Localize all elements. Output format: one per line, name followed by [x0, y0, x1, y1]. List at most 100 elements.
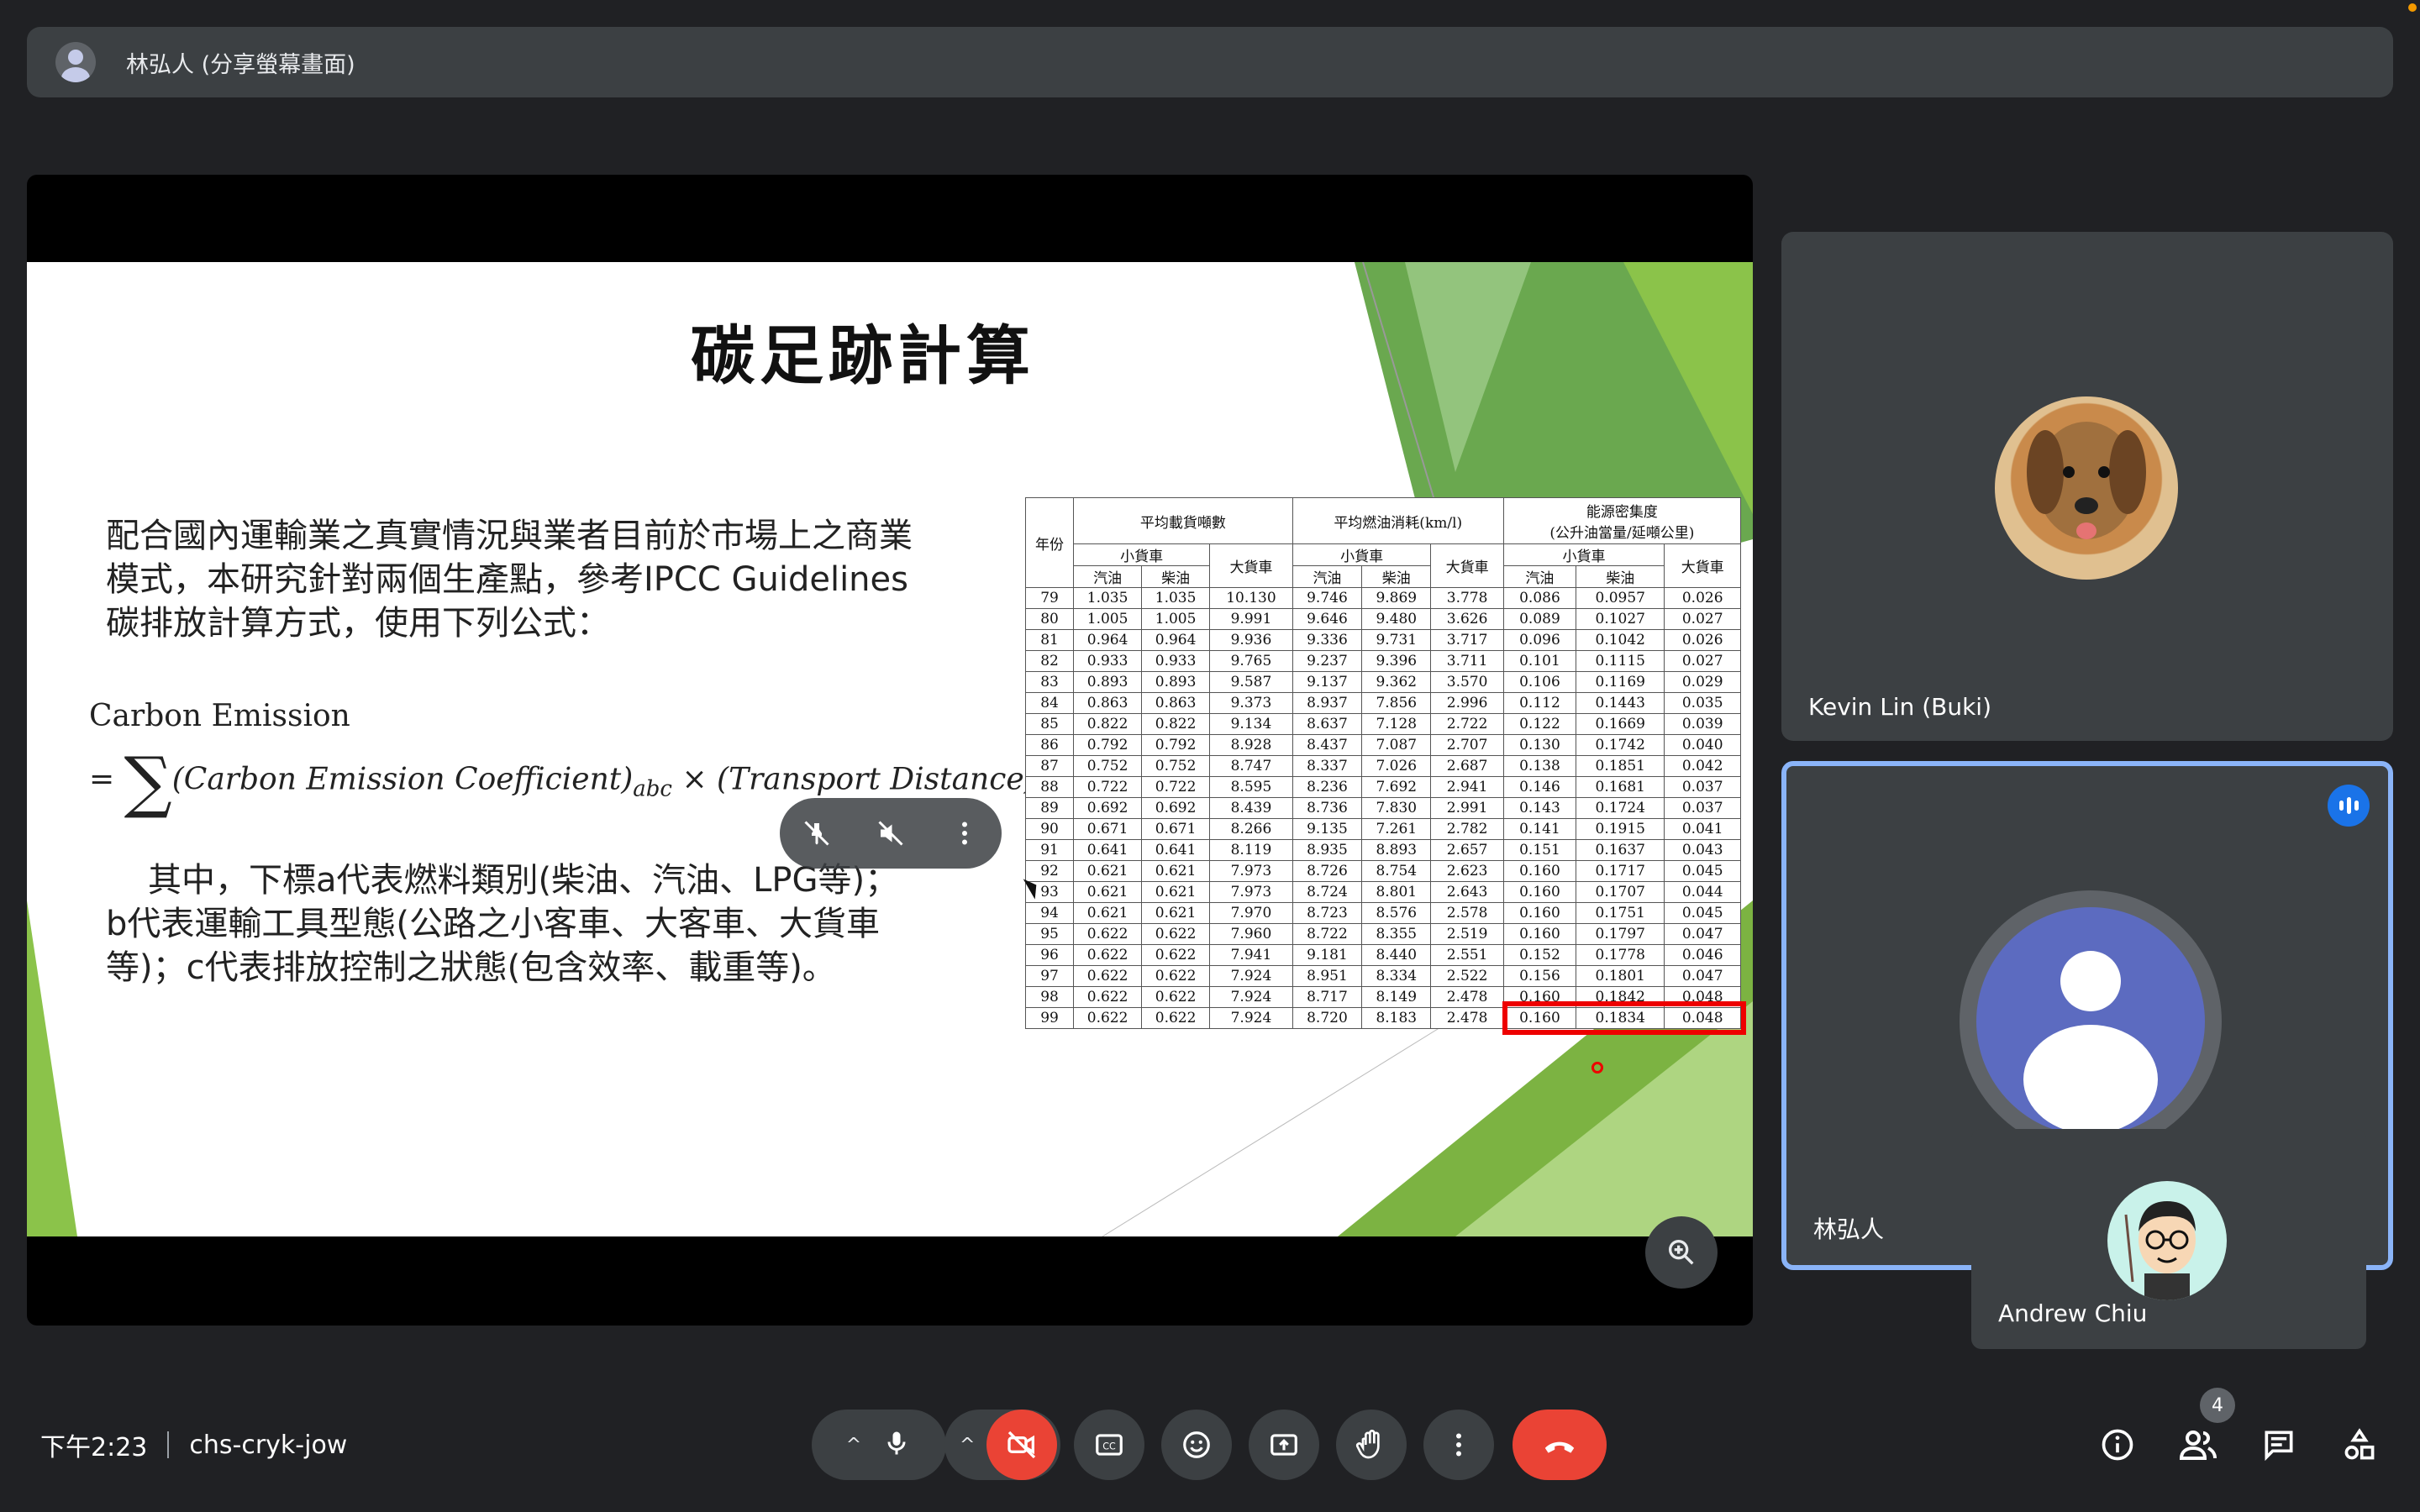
header-gas: 汽油 — [1502, 565, 1577, 588]
participant-tile-andrew[interactable]: Andrew Chiu — [1971, 1129, 2366, 1349]
mute-icon[interactable] — [874, 816, 908, 850]
present-button[interactable] — [1249, 1410, 1319, 1480]
people-button[interactable] — [2175, 1421, 2222, 1468]
table-cell: 7.973 — [1209, 881, 1293, 903]
table-cell: 0.621 — [1141, 881, 1211, 903]
table-cell: 9.336 — [1292, 629, 1363, 651]
more-options-icon[interactable] — [948, 816, 981, 850]
table-cell: 83 — [1024, 671, 1075, 693]
header-diesel: 柴油 — [1361, 565, 1432, 588]
camera-toggle-button[interactable] — [986, 1410, 1057, 1480]
table-cell: 0.622 — [1141, 965, 1211, 987]
table-cell: 81 — [1024, 629, 1075, 651]
table-cell: 0.752 — [1141, 755, 1211, 777]
table-row: 94 0.621 0.621 7.970 8.723 8.576 2.578 0.160 0.1… — [1024, 902, 1741, 924]
table-row: 86 0.792 0.792 8.928 8.437 7.087 2.707 0.130 0.1… — [1024, 734, 1741, 756]
activities-button[interactable] — [2336, 1421, 2383, 1468]
table-cell: 0.029 — [1664, 671, 1741, 693]
table-cell: 7.830 — [1361, 797, 1432, 819]
meeting-details-button[interactable] — [2094, 1421, 2141, 1468]
table-cell: 0.933 — [1141, 650, 1211, 672]
table-row: 88 0.722 0.722 8.595 8.236 7.692 2.941 0.146 0.1… — [1024, 776, 1741, 798]
table-row: 83 0.893 0.893 9.587 9.137 9.362 3.570 0.106 0.1… — [1024, 671, 1741, 693]
mic-icon[interactable] — [881, 1428, 912, 1462]
formula-subscript: abc — [633, 776, 672, 802]
table-cell: 88 — [1024, 776, 1075, 798]
laser-pointer — [1591, 1062, 1603, 1074]
table-cell: 79 — [1024, 587, 1075, 609]
reactions-button[interactable] — [1161, 1410, 1232, 1480]
table-cell: 0.160 — [1502, 881, 1577, 903]
table-cell: 8.119 — [1209, 839, 1293, 861]
table-cell: 7.970 — [1209, 902, 1293, 924]
header-small-truck: 小貨車 — [1292, 543, 1432, 566]
table-cell: 2.643 — [1430, 881, 1504, 903]
mic-options-chevron-icon[interactable]: ^ — [846, 1435, 861, 1456]
table-cell: 8.576 — [1361, 902, 1432, 924]
table-cell: 8.951 — [1292, 965, 1363, 987]
table-cell: 0.1681 — [1576, 776, 1665, 798]
slide: 碳足跡計算 配合國內運輸業之真實情況與業者目前於市場上之商業模式，本研究針對兩個… — [27, 262, 1753, 1236]
table-cell: 9.936 — [1209, 629, 1293, 651]
table-cell: 8.440 — [1361, 944, 1432, 966]
table-cell: 1.005 — [1141, 608, 1211, 630]
table-cell: 97 — [1024, 965, 1075, 987]
header-large-truck: 大貨車 — [1209, 543, 1293, 588]
table-cell: 8.928 — [1209, 734, 1293, 756]
table-cell: 3.778 — [1430, 587, 1504, 609]
participant-tile-kevin[interactable]: Kevin Lin (Buki) — [1781, 232, 2393, 741]
table-cell: 0.964 — [1073, 629, 1143, 651]
table-cell: 98 — [1024, 986, 1075, 1008]
table-row: 82 0.933 0.933 9.765 9.237 9.396 3.711 0.101 0.1… — [1024, 650, 1741, 672]
activities-icon — [2344, 1428, 2375, 1460]
table-cell: 0.047 — [1664, 965, 1741, 987]
table-row: 92 0.621 0.621 7.973 8.726 8.754 2.623 0.160 0.1… — [1024, 860, 1741, 882]
more-options-button[interactable] — [1423, 1410, 1494, 1480]
table-cell: 0.621 — [1141, 860, 1211, 882]
table-cell: 9.731 — [1361, 629, 1432, 651]
table-cell: 96 — [1024, 944, 1075, 966]
participant-name-andrew: Andrew Chiu — [1998, 1299, 2148, 1327]
unpin-icon[interactable] — [800, 816, 834, 850]
table-cell: 8.236 — [1292, 776, 1363, 798]
table-cell: 0.1637 — [1576, 839, 1665, 861]
table-cell: 0.106 — [1502, 671, 1577, 693]
table-cell: 0.1851 — [1576, 755, 1665, 777]
table-cell: 7.973 — [1209, 860, 1293, 882]
table-cell: 1.005 — [1073, 608, 1143, 630]
table-cell: 8.337 — [1292, 755, 1363, 777]
table-cell: 8.439 — [1209, 797, 1293, 819]
camera-options-chevron-icon[interactable]: ^ — [960, 1435, 975, 1456]
table-cell: 9.765 — [1209, 650, 1293, 672]
table-cell: 7.924 — [1209, 965, 1293, 987]
table-cell: 0.0957 — [1576, 587, 1665, 609]
table-cell: 9.373 — [1209, 692, 1293, 714]
table-cell: 0.692 — [1073, 797, 1143, 819]
table-cell: 0.1801 — [1576, 965, 1665, 987]
table-cell: 2.478 — [1430, 986, 1504, 1008]
table-cell: 91 — [1024, 839, 1075, 861]
table-cell: 80 — [1024, 608, 1075, 630]
table-cell: 0.622 — [1073, 986, 1143, 1008]
table-cell: 0.692 — [1141, 797, 1211, 819]
table-cell: 0.893 — [1073, 671, 1143, 693]
table-cell: 8.595 — [1209, 776, 1293, 798]
people-count-badge: 4 — [2200, 1388, 2235, 1423]
table-cell: 0.822 — [1073, 713, 1143, 735]
table-cell: 7.941 — [1209, 944, 1293, 966]
table-cell: 7.128 — [1361, 713, 1432, 735]
table-cell: 7.924 — [1209, 1007, 1293, 1029]
leave-call-button[interactable] — [1512, 1410, 1607, 1480]
table-cell: 0.044 — [1664, 881, 1741, 903]
table-cell: 9.869 — [1361, 587, 1432, 609]
table-cell: 82 — [1024, 650, 1075, 672]
captions-button[interactable]: CC — [1074, 1410, 1144, 1480]
table-row: 87 0.752 0.752 8.747 8.337 7.026 2.687 0.138 0.1… — [1024, 755, 1741, 777]
table-cell: 0.722 — [1141, 776, 1211, 798]
chat-button[interactable] — [2255, 1421, 2302, 1468]
zoom-in-button[interactable] — [1645, 1216, 1718, 1289]
table-cell: 2.578 — [1430, 902, 1504, 924]
zoom-icon — [1669, 1240, 1694, 1265]
table-cell: 8.736 — [1292, 797, 1363, 819]
raise-hand-button[interactable] — [1336, 1410, 1407, 1480]
